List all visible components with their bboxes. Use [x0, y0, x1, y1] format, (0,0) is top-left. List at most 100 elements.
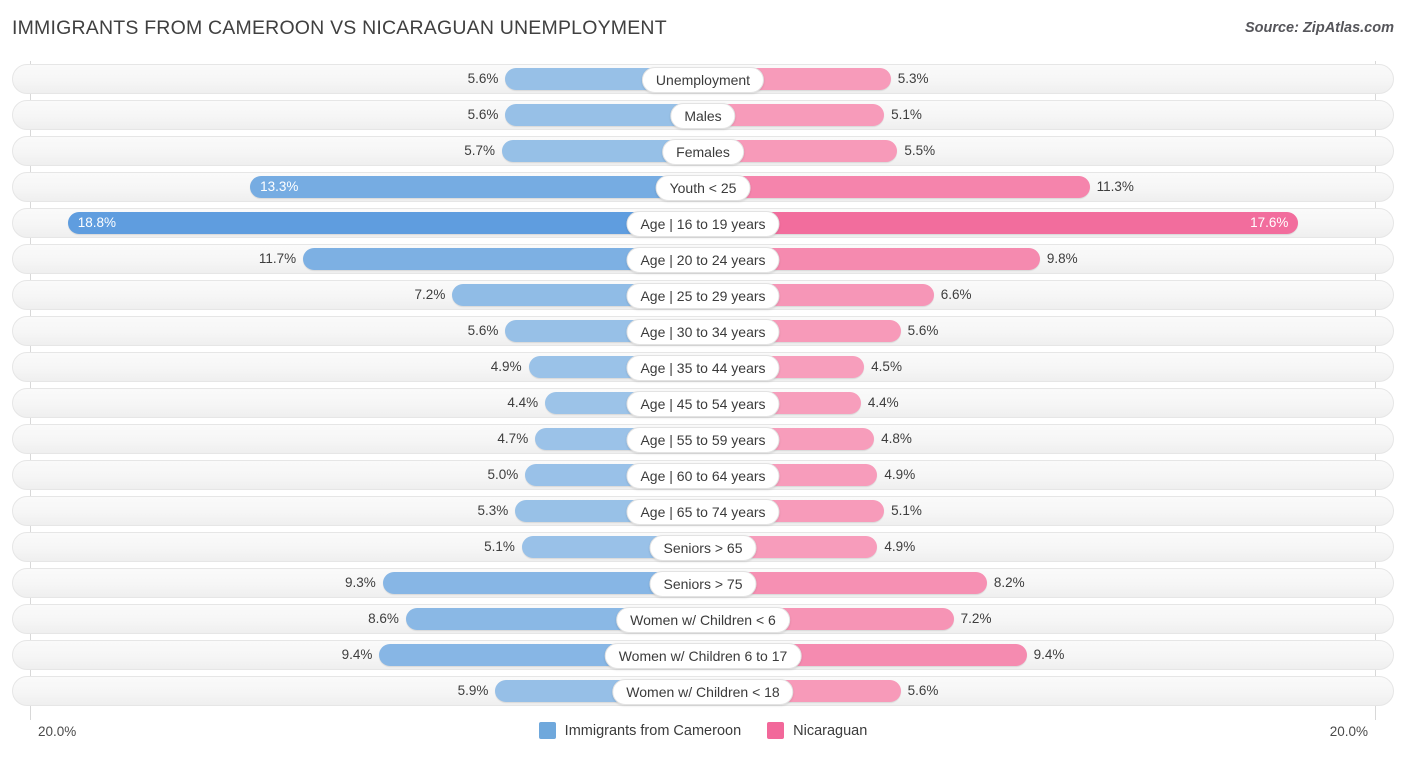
- right-bar[interactable]: 5.1%: [715, 104, 922, 126]
- chart-row: 4.4% 4.4% Age | 45 to 54 years: [0, 388, 1406, 418]
- chart-row: 5.6% 5.6% Age | 30 to 34 years: [0, 316, 1406, 346]
- category-label[interactable]: Age | 45 to 54 years: [626, 391, 780, 417]
- category-label[interactable]: Age | 55 to 59 years: [626, 427, 780, 453]
- category-label[interactable]: Seniors > 65: [649, 535, 757, 561]
- chart-row: 11.7% 9.8% Age | 20 to 24 years: [0, 244, 1406, 274]
- chart-row: 5.7% 5.5% Females: [0, 136, 1406, 166]
- right-bar-area: 17.6%: [715, 212, 1378, 234]
- category-label[interactable]: Women w/ Children 6 to 17: [604, 643, 802, 669]
- chart-row: 9.3% 8.2% Seniors > 75: [0, 568, 1406, 598]
- left-value-label: 9.3%: [344, 575, 376, 590]
- left-bar[interactable]: 9.3%: [345, 572, 691, 594]
- legend-label: Immigrants from Cameroon: [564, 722, 742, 739]
- left-value-label: 13.3%: [260, 179, 299, 194]
- category-label[interactable]: Males: [670, 103, 736, 129]
- chart-row: 9.4% 9.4% Women w/ Children 6 to 17: [0, 640, 1406, 670]
- chart-row: 18.8% 17.6% Age | 16 to 19 years: [0, 208, 1406, 238]
- right-value-label: 5.6%: [907, 323, 939, 338]
- chart-row: 8.6% 7.2% Women w/ Children < 6: [0, 604, 1406, 634]
- chart-row: 5.9% 5.6% Women w/ Children < 18: [0, 676, 1406, 706]
- category-label[interactable]: Age | 25 to 29 years: [626, 283, 780, 309]
- left-bar-area: 5.0%: [28, 464, 691, 486]
- left-bar-area: 5.7%: [28, 140, 691, 162]
- right-bar-area: 5.5%: [715, 140, 1378, 162]
- right-bar-area: 7.2%: [715, 608, 1378, 630]
- left-bar-area: 9.3%: [28, 572, 691, 594]
- left-bar[interactable]: 13.3%: [250, 176, 691, 198]
- right-bar-area: 9.4%: [715, 644, 1378, 666]
- left-value-label: 5.6%: [467, 323, 499, 338]
- category-label[interactable]: Age | 30 to 34 years: [626, 319, 780, 345]
- category-label[interactable]: Age | 16 to 19 years: [626, 211, 780, 237]
- chart-rows: 5.6% 5.3% Unemployment 5.6% 5.1% Males 5.7% 5.5…: [0, 64, 1406, 712]
- left-bar[interactable]: 18.8%: [67, 212, 691, 234]
- right-value-label: 5.3%: [897, 71, 929, 86]
- right-value-label: 6.6%: [940, 287, 972, 302]
- right-value-label: 8.2%: [993, 575, 1025, 590]
- left-bar-area: 13.3%: [28, 176, 691, 198]
- chart-row: 5.1% 4.9% Seniors > 65: [0, 532, 1406, 562]
- left-bar-area: 4.4%: [28, 392, 691, 414]
- legend-swatch-icon: [538, 722, 556, 739]
- chart-row: 5.3% 5.1% Age | 65 to 74 years: [0, 496, 1406, 526]
- right-bar-area: 4.4%: [715, 392, 1378, 414]
- category-label[interactable]: Age | 35 to 44 years: [626, 355, 780, 381]
- left-value-label: 4.9%: [490, 359, 522, 374]
- right-bar-area: 8.2%: [715, 572, 1378, 594]
- left-bar-area: 7.2%: [28, 284, 691, 306]
- category-label[interactable]: Age | 60 to 64 years: [626, 463, 780, 489]
- category-label[interactable]: Women w/ Children < 6: [616, 607, 790, 633]
- right-value-label: 7.2%: [960, 611, 992, 626]
- left-value-label: 8.6%: [368, 611, 399, 626]
- category-label[interactable]: Youth < 25: [655, 175, 751, 201]
- legend-swatch-icon: [767, 722, 785, 739]
- right-bar-area: 4.9%: [715, 536, 1378, 558]
- left-bar-area: 11.7%: [28, 248, 691, 270]
- legend-item[interactable]: Nicaraguan: [767, 722, 867, 739]
- right-value-label: 5.5%: [904, 143, 936, 158]
- left-bar-area: 5.6%: [28, 320, 691, 342]
- right-value-label: 4.8%: [881, 431, 912, 446]
- right-bar-area: 4.9%: [715, 464, 1378, 486]
- left-value-label: 9.4%: [341, 647, 373, 662]
- left-value-label: 5.3%: [477, 503, 509, 518]
- category-label[interactable]: Unemployment: [641, 67, 765, 93]
- category-label[interactable]: Females: [662, 139, 744, 165]
- right-bar-area: 5.1%: [715, 104, 1378, 126]
- right-value-label: 17.6%: [1250, 215, 1289, 230]
- category-label[interactable]: Age | 20 to 24 years: [626, 247, 780, 273]
- chart-row: 4.7% 4.8% Age | 55 to 59 years: [0, 424, 1406, 454]
- right-value-label: 4.9%: [884, 539, 916, 554]
- left-bar-area: 5.6%: [28, 68, 691, 90]
- left-value-label: 4.7%: [497, 431, 529, 446]
- category-label[interactable]: Seniors > 75: [649, 571, 757, 597]
- chart-row: 4.9% 4.5% Age | 35 to 44 years: [0, 352, 1406, 382]
- right-bar-area: 4.8%: [715, 428, 1378, 450]
- right-value-label: 11.3%: [1096, 179, 1134, 194]
- left-value-label: 4.4%: [507, 395, 539, 410]
- left-bar-area: 5.9%: [28, 680, 691, 702]
- category-label[interactable]: Women w/ Children < 18: [612, 679, 794, 705]
- category-label[interactable]: Age | 65 to 74 years: [626, 499, 780, 525]
- right-bar-area: 9.8%: [715, 248, 1378, 270]
- diverging-bar-chart: 5.6% 5.3% Unemployment 5.6% 5.1% Males 5.7% 5.5…: [0, 58, 1406, 720]
- left-bar[interactable]: 5.6%: [468, 104, 691, 126]
- right-bar-area: 5.6%: [715, 320, 1378, 342]
- right-bar-area: 11.3%: [715, 176, 1378, 198]
- right-bar-area: 5.6%: [715, 680, 1378, 702]
- right-bar[interactable]: 11.3%: [715, 176, 1134, 198]
- right-value-label: 9.8%: [1046, 251, 1078, 266]
- chart-row: 7.2% 6.6% Age | 25 to 29 years: [0, 280, 1406, 310]
- right-value-label: 9.4%: [1033, 647, 1065, 662]
- right-bar-area: 6.6%: [715, 284, 1378, 306]
- left-value-label: 5.9%: [457, 683, 489, 698]
- right-value-label: 4.5%: [871, 359, 902, 374]
- chart-row: 13.3% 11.3% Youth < 25: [0, 172, 1406, 202]
- left-value-label: 5.0%: [487, 467, 519, 482]
- right-bar-area: 5.1%: [715, 500, 1378, 522]
- chart-page: IMMIGRANTS FROM CAMEROON VS NICARAGUAN U…: [0, 0, 1406, 757]
- legend-item[interactable]: Immigrants from Cameroon: [538, 722, 742, 739]
- right-bar[interactable]: 17.6%: [715, 212, 1299, 234]
- right-value-label: 5.1%: [891, 107, 922, 122]
- chart-row: 5.6% 5.3% Unemployment: [0, 64, 1406, 94]
